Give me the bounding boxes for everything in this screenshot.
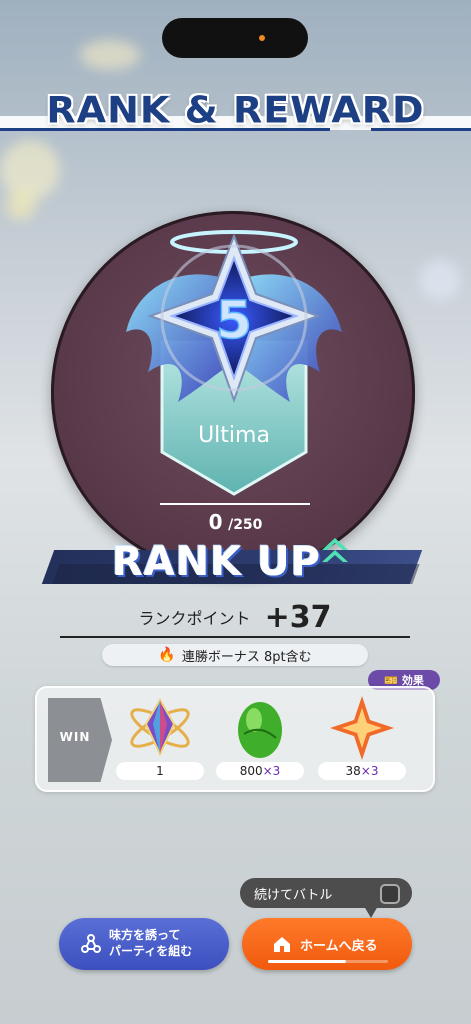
rank-points-row: ランクポイント +37 — [60, 597, 410, 637]
progress-divider — [160, 503, 310, 505]
reward-count: 38×3 — [318, 762, 406, 780]
party-share-icon — [81, 934, 101, 953]
rank-name: Ultima — [198, 423, 270, 448]
rank-progress: 0 /250 — [0, 510, 471, 534]
double-chevron-up-icon — [322, 538, 348, 562]
invite-party-text: 味方を誘って パーティを組む — [109, 928, 193, 958]
rank-emblem: 5 Ultima — [126, 230, 342, 496]
continue-battle-toggle[interactable]: 続けてバトル — [240, 878, 412, 908]
indicator-dot — [259, 35, 265, 41]
continue-battle-label: 続けてバトル — [254, 887, 333, 903]
ticket-icon: 🎫 — [384, 673, 398, 687]
auto-return-progress — [268, 960, 388, 963]
reward-count: 800×3 — [216, 762, 304, 780]
points-max: 250 — [233, 517, 263, 533]
fire-icon: 🔥 — [158, 647, 176, 663]
dynamic-island — [162, 18, 308, 58]
rank-points-label: ランクポイント — [138, 609, 251, 628]
win-label: WIN — [59, 730, 91, 744]
green-egg-icon — [238, 702, 282, 758]
atom-crystal-icon — [130, 698, 190, 757]
rank-up-label: RANK UP — [112, 539, 321, 585]
return-home-label: ホームへ戻る — [300, 938, 378, 954]
win-streak-bonus: 🔥 連勝ボーナス 8pt含む — [102, 644, 368, 666]
rank-points-value: +37 — [264, 599, 332, 635]
points-current: 0 — [208, 510, 223, 534]
invite-party-button[interactable]: 味方を誘って パーティを組む — [59, 918, 229, 970]
orange-star-crystal-icon — [330, 696, 394, 760]
reward-item[interactable]: 800×3 — [210, 694, 310, 784]
reward-item[interactable]: 1 — [110, 694, 210, 784]
home-icon — [274, 937, 290, 952]
reward-item[interactable]: 38×3 — [312, 694, 412, 784]
page-title: RANK & REWARD — [46, 89, 425, 131]
auto-return-progress-fill — [268, 960, 346, 963]
continue-battle-checkbox[interactable] — [380, 884, 400, 904]
rank-level: 5 — [216, 291, 252, 351]
tooltip-tail — [364, 906, 378, 918]
rank-points-underline — [60, 636, 410, 638]
bonus-text: 連勝ボーナス 8pt含む — [181, 649, 312, 665]
reward-count: 1 — [116, 762, 204, 780]
